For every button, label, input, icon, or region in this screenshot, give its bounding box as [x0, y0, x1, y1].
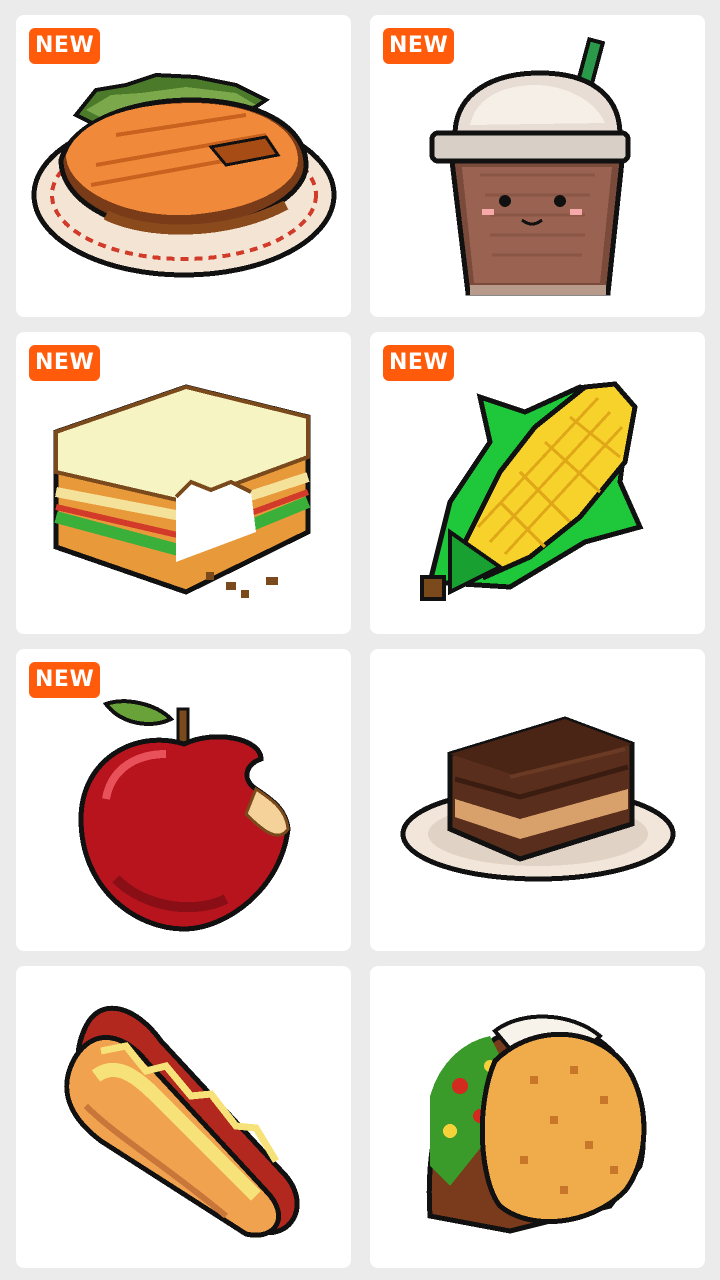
artwork-card-brownie[interactable]: [370, 649, 705, 951]
new-badge: NEW: [29, 345, 101, 381]
artwork-grid: NEW NEW NEW NEW NEW: [16, 15, 705, 1268]
artwork-card-taco[interactable]: [370, 966, 705, 1268]
artwork-card-apple[interactable]: NEW: [16, 649, 351, 951]
new-badge: NEW: [383, 28, 455, 64]
new-badge: NEW: [29, 28, 101, 64]
new-badge: NEW: [383, 345, 455, 381]
hot-dog-icon: [16, 966, 351, 1268]
brownie-icon: [370, 649, 705, 951]
artwork-card-hot-dog[interactable]: [16, 966, 351, 1268]
taco-icon: [370, 966, 705, 1268]
artwork-card-sandwich[interactable]: NEW: [16, 332, 351, 634]
new-badge: NEW: [29, 662, 101, 698]
artwork-card-salmon[interactable]: NEW: [16, 15, 351, 317]
artwork-card-corn[interactable]: NEW: [370, 332, 705, 634]
artwork-card-iced-coffee[interactable]: NEW: [370, 15, 705, 317]
